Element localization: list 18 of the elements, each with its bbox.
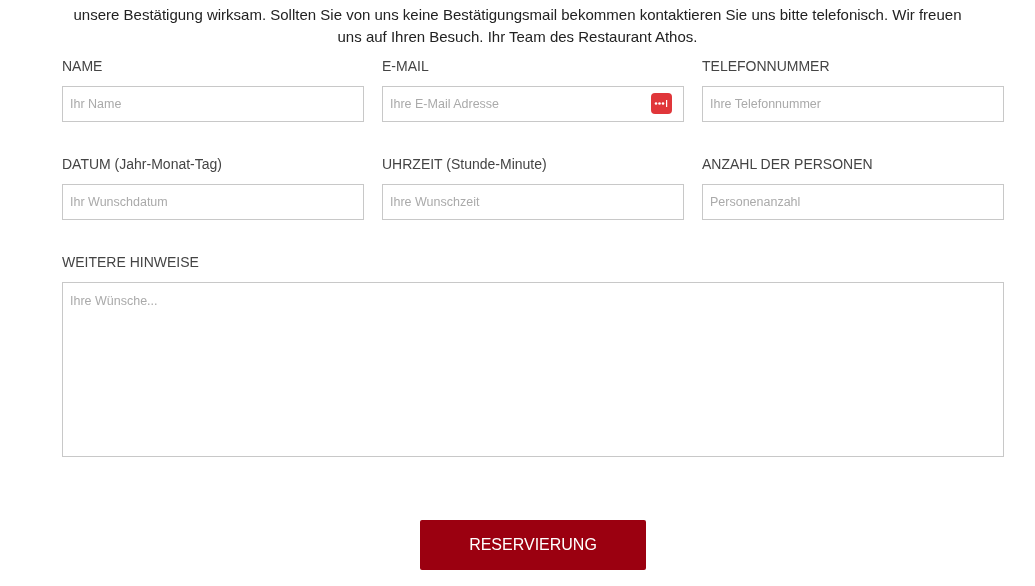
notes-field[interactable]: Ihre Wünsche... [62,282,1004,457]
intro-text: uns auf Ihren Besuch. Ihr Team des Restaurant Athos. [336,27,699,47]
reservation-button[interactable]: RESERVIERUNG [420,520,646,570]
field-label: ANZAHL DER PERSONEN [702,155,874,174]
field-label: UHRZEIT (Stunde-Minute) [382,155,548,174]
password-manager-icon[interactable] [651,93,672,114]
field-label: WEITERE HINWEISE [62,253,200,272]
input-field[interactable]: Ihre Wunschzeit [382,184,684,220]
field-label: E-MAIL [382,57,430,76]
input-field[interactable]: Ihr Wunschdatum [62,184,364,220]
input-field[interactable]: Ihre E-Mail Adresse [382,86,684,122]
field-label: DATUM (Jahr-Monat-Tag) [62,155,223,174]
intro-text: unsere Bestätigung wirksam. Sollten Sie von uns keine Bestätigungsmail bekommen kontaktieren Sie uns bitte telefonisch. Wir freuen [72,5,963,25]
input-field[interactable]: Ihr Name [62,86,364,122]
field-label: NAME [62,57,104,76]
field-label: TELEFONNUMMER [702,57,831,76]
input-field[interactable]: Ihre Telefonnummer [702,86,1004,122]
input-field[interactable]: Personenanzahl [702,184,1004,220]
